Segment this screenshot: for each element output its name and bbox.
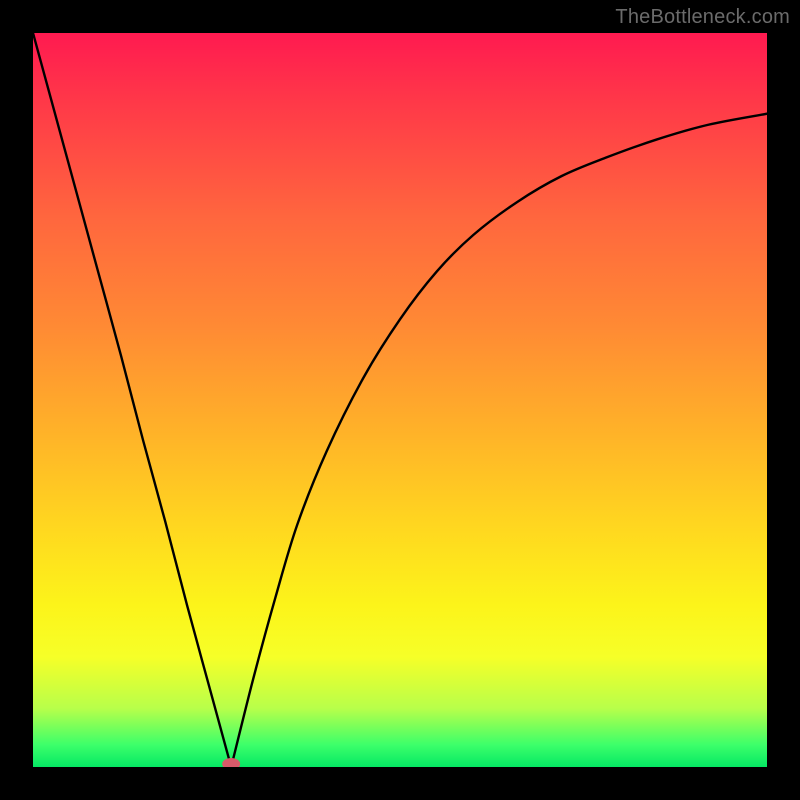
chart-frame: TheBottleneck.com xyxy=(0,0,800,800)
bottleneck-curve xyxy=(33,33,767,767)
watermark-text: TheBottleneck.com xyxy=(615,6,790,29)
curve-right xyxy=(231,114,767,767)
notch-marker xyxy=(222,758,240,767)
plot-area xyxy=(33,33,767,767)
curve-left xyxy=(33,33,231,767)
